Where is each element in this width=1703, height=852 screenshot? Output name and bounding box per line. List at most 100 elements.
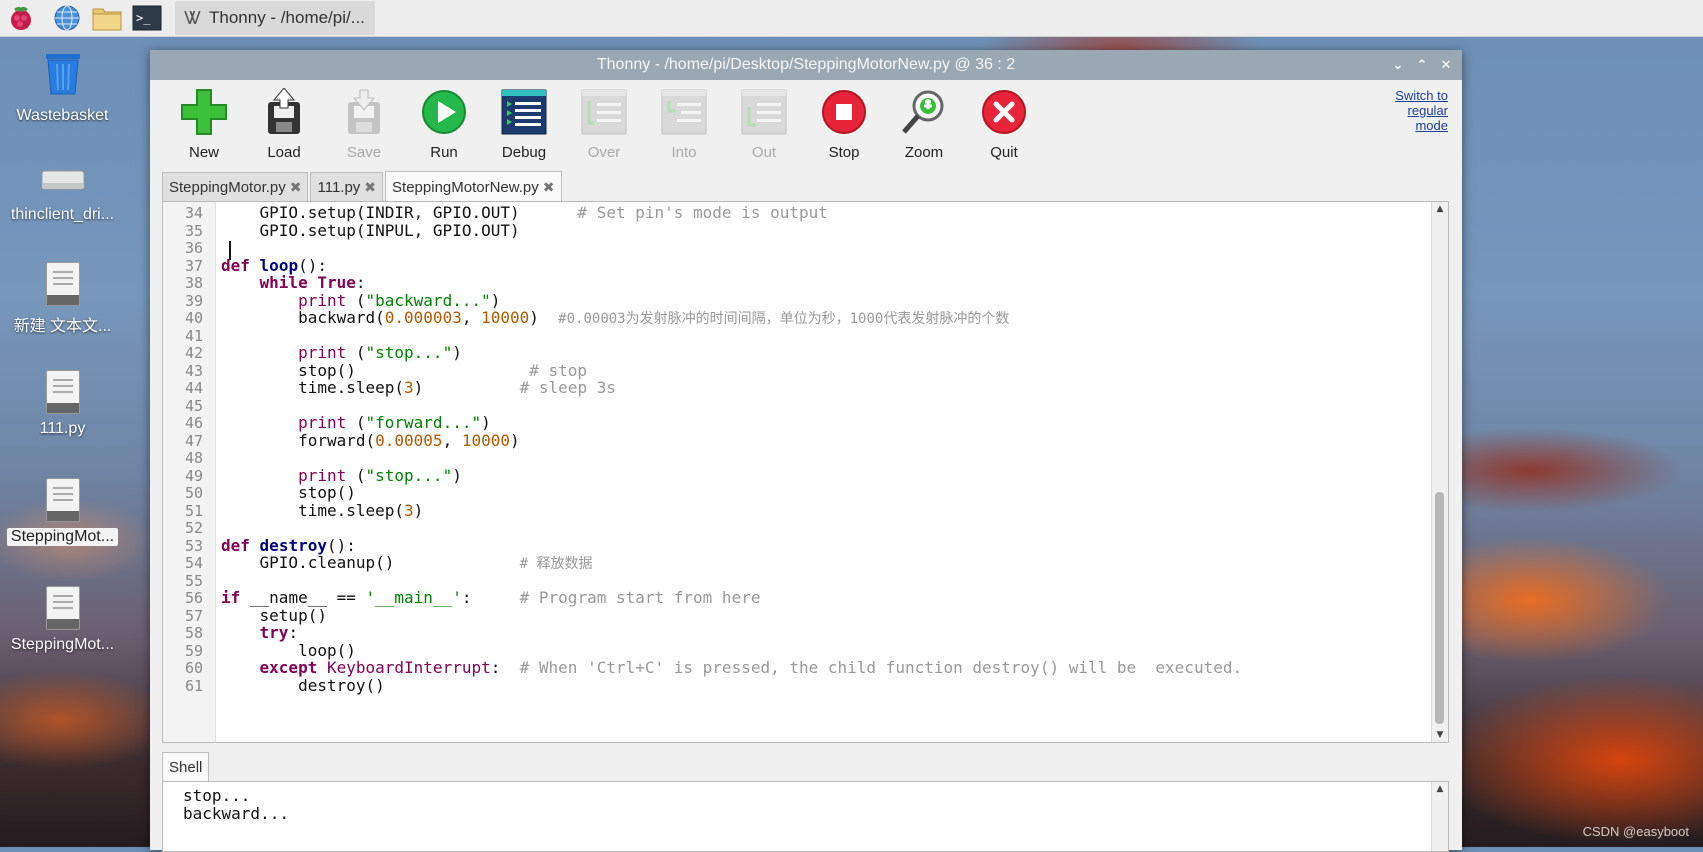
code-line-59: loop() <box>298 640 356 660</box>
stop-button[interactable]: Stop <box>804 86 884 161</box>
tab-label: 111.py <box>317 178 361 196</box>
line-number: 50 <box>184 484 203 502</box>
tab-steppingmotornew[interactable]: SteppingMotorNew.py ✖ <box>385 171 562 202</box>
svg-text:>_: >_ <box>136 11 151 25</box>
tab-steppingmotor[interactable]: SteppingMotor.py ✖ <box>162 172 309 201</box>
line-number: 55 <box>184 571 203 590</box>
code-line-53: def destroy(): <box>221 535 356 555</box>
tab-shell[interactable]: Shell <box>162 752 210 781</box>
load-icon <box>268 88 300 134</box>
code-line-39: print ("backward...") <box>298 290 501 310</box>
desktop-icon-thinclient-drive[interactable]: thinclient_dri... <box>0 165 125 224</box>
shell-output-line: stop... <box>183 786 251 805</box>
taskbar-thonny-label: Thonny - /home/pi/... <box>209 8 365 27</box>
desktop-icon-label: 新建 文本文... <box>13 318 112 335</box>
window-title: Thonny - /home/pi/Desktop/SteppingMotorN… <box>596 56 1016 73</box>
debug-label: Debug <box>501 144 547 161</box>
code-line-58: try: <box>259 623 299 642</box>
window-titlebar[interactable]: Thonny - /home/pi/Desktop/SteppingMotorN… <box>150 50 1462 80</box>
scroll-down-icon[interactable]: ▼ <box>1434 730 1446 740</box>
code-area[interactable]: GPIO.setup(INDIR, GPIO.OUT) # Set pin's … <box>215 202 1430 742</box>
load-button[interactable]: Load <box>244 86 324 161</box>
raspberry-menu-icon[interactable] <box>6 3 36 33</box>
taskbar: >_ Ꮤ Thonny - /home/pi/... <box>0 0 1703 37</box>
line-number: 41 <box>184 326 203 345</box>
line-number: 57 <box>184 606 203 625</box>
desktop-icon-111-py[interactable]: 111.py <box>0 370 125 438</box>
close-icon[interactable]: ✕ <box>1438 56 1454 74</box>
step-into-button[interactable]: Into <box>644 86 724 161</box>
tab-close-icon[interactable]: ✖ <box>290 179 302 196</box>
desktop-icon-steppingmotor[interactable]: SteppingMot... <box>0 586 125 654</box>
step-out-button[interactable]: Out <box>724 86 804 161</box>
shell-panel[interactable]: stop... backward... ▲ <box>162 781 1449 852</box>
new-button[interactable]: New <box>164 86 244 161</box>
line-number: 49 <box>184 466 203 485</box>
desktop-icon-label: 111.py <box>39 420 86 437</box>
desktop-icon-wastebasket[interactable]: Wastebasket <box>0 50 125 125</box>
line-number: 38 <box>184 274 203 292</box>
line-number: 47 <box>184 431 203 450</box>
code-editor[interactable]: 34 35 36 37 38 39 40 41 42 43 44 45 46 4… <box>162 201 1449 743</box>
web-browser-icon[interactable] <box>52 3 82 33</box>
zoom-icon <box>902 90 944 134</box>
taskbar-thonny-button[interactable]: Ꮤ Thonny - /home/pi/... <box>175 1 375 35</box>
line-number: 61 <box>184 676 203 695</box>
document-icon <box>45 262 80 306</box>
code-line-51: time.sleep(3) <box>298 500 424 520</box>
line-number: 46 <box>184 414 203 432</box>
step-over-label: Over <box>587 144 621 161</box>
run-button[interactable]: Run <box>404 86 484 161</box>
desktop-icon-label: Wastebasket <box>16 107 109 124</box>
tab-close-icon[interactable]: ✖ <box>543 179 555 196</box>
desktop-icon-steppingmotor-selected[interactable]: SteppingMot... <box>0 478 125 551</box>
scrollbar-thumb[interactable] <box>1435 492 1444 724</box>
switch-to-regular-mode-link[interactable]: Switch to regular mode <box>1378 88 1448 133</box>
run-icon <box>422 90 466 134</box>
line-number: 59 <box>184 641 203 660</box>
terminal-icon[interactable]: >_ <box>132 3 162 33</box>
shell-scrollbar[interactable]: ▲ <box>1431 782 1448 851</box>
line-number: 51 <box>184 501 203 520</box>
save-button[interactable]: Save <box>324 86 404 161</box>
shell-tab-label: Shell <box>169 758 203 776</box>
step-over-icon <box>581 89 627 135</box>
code-line-35: GPIO.setup(INPUL, GPIO.OUT) <box>221 220 520 240</box>
step-out-icon <box>741 89 787 135</box>
tab-close-icon[interactable]: ✖ <box>364 179 376 196</box>
step-into-icon <box>661 89 707 135</box>
maximize-icon[interactable]: ⌃ <box>1414 56 1430 74</box>
code-line-40: backward(0.000003, 10000) #0.00003为发射脉冲的… <box>298 308 1010 327</box>
desktop-icon-label: thinclient_dri... <box>10 206 115 223</box>
tab-label: SteppingMotorNew.py <box>392 178 539 196</box>
code-line-44: time.sleep(3) # sleep 3s <box>298 378 616 397</box>
trash-icon <box>45 54 80 95</box>
line-number: 44 <box>184 379 203 397</box>
line-number: 56 <box>184 589 203 607</box>
scroll-up-icon[interactable]: ▲ <box>1434 204 1446 214</box>
code-line-49: print ("stop...") <box>298 465 462 485</box>
file-manager-icon[interactable] <box>92 3 122 33</box>
line-number: 42 <box>184 344 203 362</box>
stop-icon <box>822 90 866 134</box>
code-line-46: print ("forward...") <box>298 413 491 432</box>
new-label: New <box>188 144 219 161</box>
thonny-task-icon: Ꮤ <box>184 7 202 28</box>
tab-111[interactable]: 111.py ✖ <box>310 172 384 201</box>
new-icon <box>181 89 227 135</box>
line-number: 39 <box>184 291 203 310</box>
minimize-icon[interactable]: ⌄ <box>1390 56 1406 74</box>
line-number: 35 <box>184 221 203 240</box>
debug-button[interactable]: Debug <box>484 86 564 161</box>
zoom-button[interactable]: Zoom <box>884 86 964 161</box>
desktop-icon-text-file[interactable]: 新建 文本文... <box>0 262 125 336</box>
quit-button[interactable]: Quit <box>964 86 1044 161</box>
line-number-gutter: 34 35 36 37 38 39 40 41 42 43 44 45 46 4… <box>163 202 216 742</box>
editor-tabs: SteppingMotor.py ✖ 111.py ✖ SteppingMoto… <box>162 171 564 202</box>
step-over-button[interactable]: Over <box>564 86 644 161</box>
line-number: 52 <box>184 519 203 537</box>
scroll-up-icon[interactable]: ▲ <box>1434 784 1446 794</box>
code-line-47: forward(0.00005, 10000) <box>298 430 520 450</box>
editor-scrollbar[interactable]: ▲ ▼ <box>1431 202 1448 742</box>
step-into-label: Into <box>671 144 697 161</box>
